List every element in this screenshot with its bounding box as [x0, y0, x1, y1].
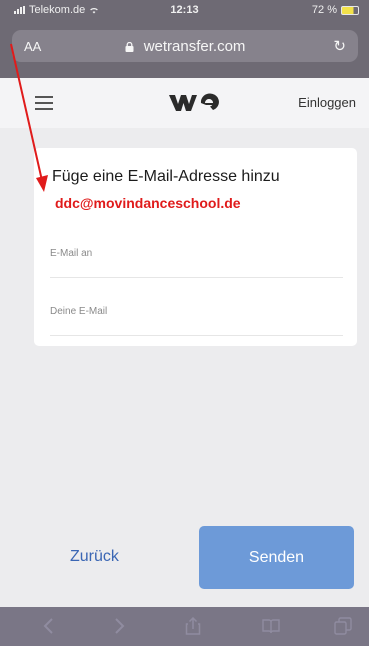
lock-icon	[125, 42, 134, 52]
browser-chrome-top: Telekom.de 12:13 72 % AA wetransfer.com …	[0, 0, 369, 78]
sender-email-field[interactable]: Deine E-Mail	[50, 286, 343, 336]
address-bar[interactable]: AA wetransfer.com ↻	[12, 30, 358, 62]
battery-percentage: 72 %	[311, 4, 337, 16]
status-right: 72 %	[312, 4, 359, 16]
send-button[interactable]: Senden	[199, 526, 354, 589]
browser-toolbar	[0, 607, 369, 646]
tabs-icon[interactable]	[334, 617, 352, 635]
battery-icon	[341, 5, 359, 15]
sender-email-placeholder: Deine E-Mail	[50, 306, 108, 317]
recipient-email-placeholder: E-Mail an	[50, 248, 93, 259]
back-icon[interactable]	[40, 617, 58, 635]
recipient-email-field[interactable]: E-Mail an	[50, 228, 343, 278]
share-icon[interactable]	[184, 617, 202, 635]
forward-icon[interactable]	[110, 617, 128, 635]
annotation-email: ddc@movindanceschool.de	[55, 195, 241, 211]
reload-icon[interactable]: ↻	[333, 37, 346, 55]
card-title: Füge eine E-Mail-Adresse hinzu	[52, 168, 280, 185]
bookmarks-icon[interactable]	[262, 617, 280, 635]
wetransfer-logo[interactable]	[167, 90, 219, 114]
status-bar: Telekom.de 12:13 72 %	[0, 0, 369, 22]
login-link[interactable]: Einloggen	[298, 95, 356, 110]
back-button[interactable]: Zurück	[70, 548, 119, 566]
url-display[interactable]: wetransfer.com	[12, 38, 358, 55]
url-text: wetransfer.com	[143, 38, 246, 55]
menu-icon[interactable]	[35, 96, 53, 110]
app-header: Einloggen	[0, 78, 369, 128]
